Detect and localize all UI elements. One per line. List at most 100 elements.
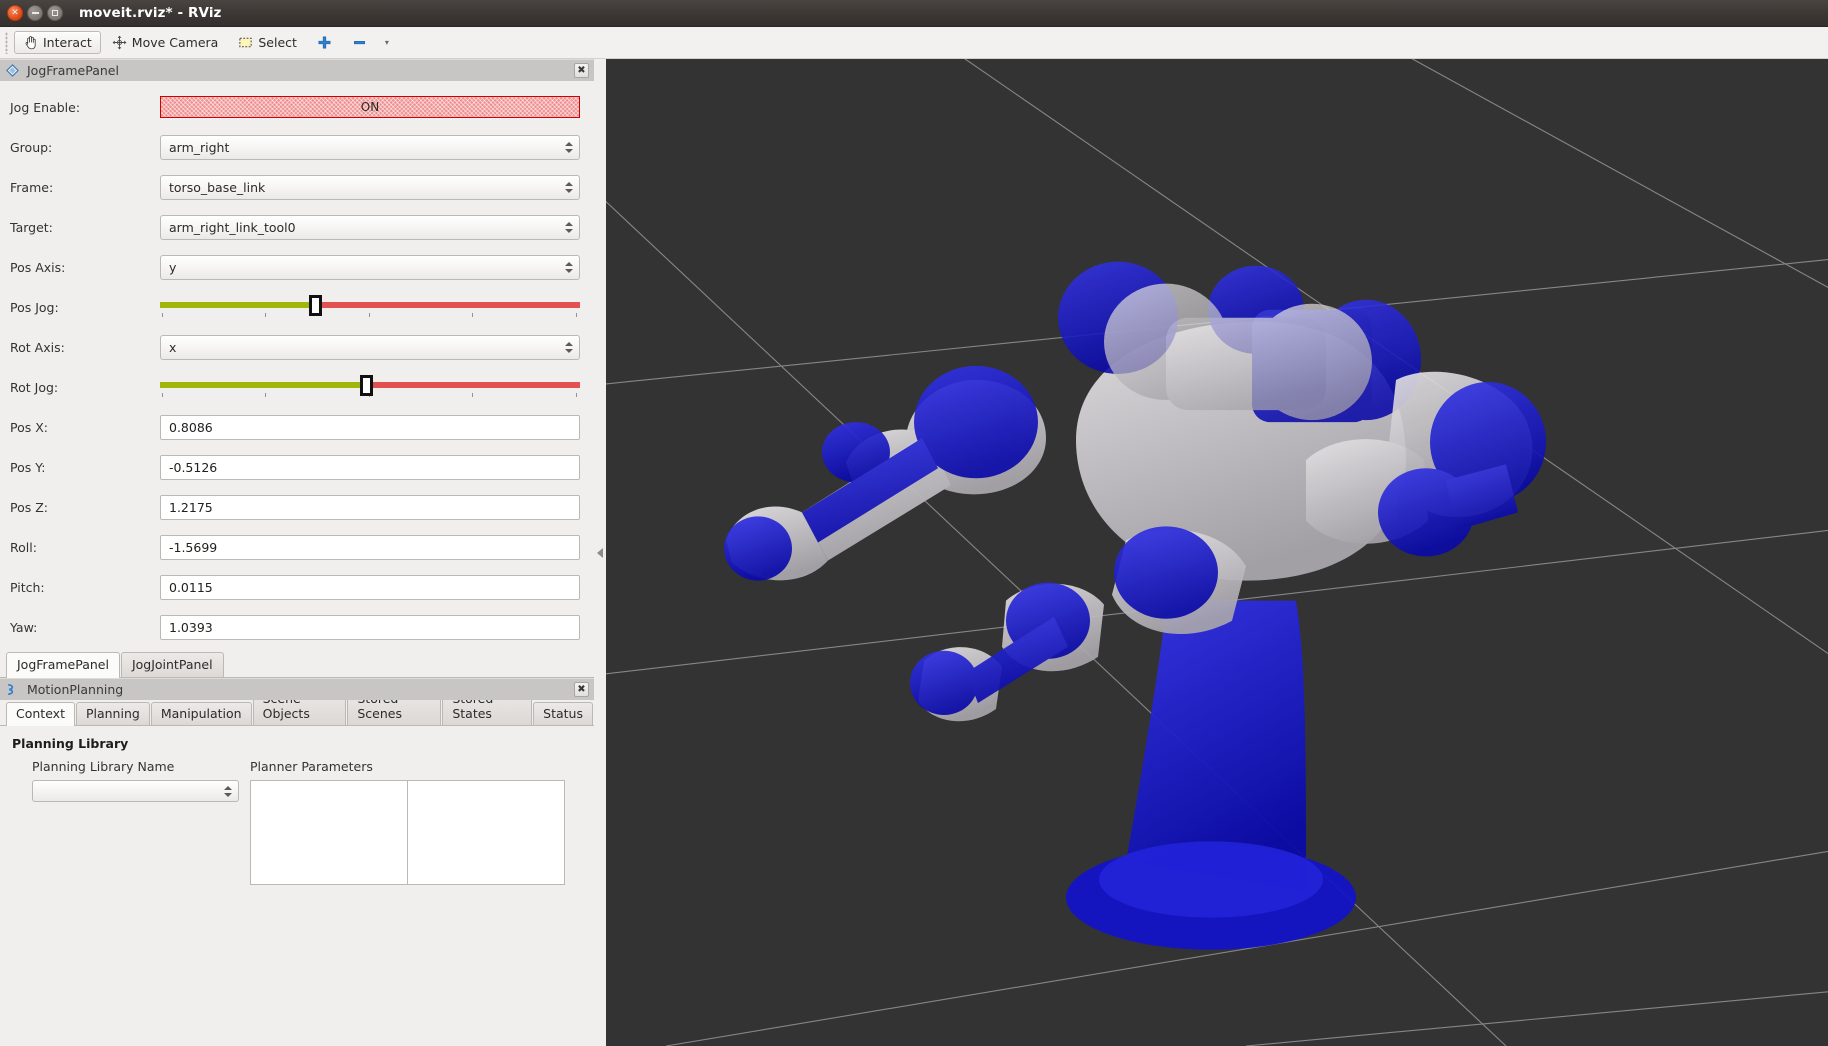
pos-z-label: Pos Z: bbox=[10, 499, 49, 515]
group-value: arm_right bbox=[169, 139, 230, 155]
motion-planning-icon bbox=[6, 683, 19, 696]
pos-y-input[interactable]: -0.5126 bbox=[160, 454, 580, 480]
pos-axis-select[interactable]: y bbox=[160, 254, 580, 280]
pitch-row: Pitch: 0.0115 bbox=[10, 567, 580, 607]
frame-value: torso_base_link bbox=[169, 179, 266, 195]
collapse-panel-icon[interactable] bbox=[597, 547, 603, 558]
toolbar-add-button[interactable] bbox=[308, 31, 341, 54]
tab-planning[interactable]: Planning bbox=[75, 702, 150, 725]
target-select[interactable]: arm_right_link_tool0 bbox=[160, 214, 580, 240]
motion-planning-title: MotionPlanning bbox=[27, 682, 124, 697]
plus-icon bbox=[317, 35, 332, 50]
roll-row: Roll: -1.5699 bbox=[10, 527, 580, 567]
toolbar-select-label: Select bbox=[258, 35, 297, 50]
rot-axis-spinner-icon[interactable] bbox=[565, 336, 573, 359]
left-dock-column: JogFramePanel ✖ Jog Enable: ON Group: ar… bbox=[0, 59, 594, 1046]
rviz-window: ✕ moveit.rviz* - RViz Interact Move Came… bbox=[0, 0, 1828, 1046]
pos-jog-handle[interactable] bbox=[309, 295, 323, 316]
tab-jog-frame-panel[interactable]: JogFramePanel bbox=[6, 652, 120, 678]
jog-frame-panel-form: Jog Enable: ON Group: arm_right Frame: t… bbox=[0, 81, 594, 651]
toolbar-overflow-icon[interactable]: ▾ bbox=[385, 38, 389, 47]
jog-enable-row: Jog Enable: ON bbox=[10, 87, 580, 127]
minus-icon bbox=[352, 35, 367, 50]
yaw-row: Yaw: 1.0393 bbox=[10, 607, 580, 647]
toolbar-select-button[interactable]: Select bbox=[229, 31, 306, 54]
jog-frame-panel-title: JogFramePanel bbox=[27, 63, 119, 78]
target-row: Target: arm_right_link_tool0 bbox=[10, 207, 580, 247]
tab-manipulation[interactable]: Manipulation bbox=[150, 702, 252, 725]
jog-frame-panel-header: JogFramePanel ✖ bbox=[0, 59, 594, 81]
toolbar-move-camera-button[interactable]: Move Camera bbox=[103, 31, 228, 54]
frame-spinner-icon[interactable] bbox=[565, 176, 573, 199]
main-body: JogFramePanel ✖ Jog Enable: ON Group: ar… bbox=[0, 59, 1828, 1046]
toolbar-drag-handle[interactable] bbox=[3, 31, 11, 54]
tab-status[interactable]: Status bbox=[533, 702, 593, 725]
pos-jog-label: Pos Jog: bbox=[10, 299, 59, 315]
tab-context[interactable]: Context bbox=[6, 702, 75, 726]
yaw-label: Yaw: bbox=[10, 619, 38, 635]
rot-axis-row: Rot Axis: x bbox=[10, 327, 580, 367]
toolbar-interact-button[interactable]: Interact bbox=[14, 31, 101, 54]
panel-diamond-icon bbox=[6, 64, 19, 77]
roll-input[interactable]: -1.5699 bbox=[160, 534, 580, 560]
pos-jog-track bbox=[160, 302, 580, 308]
render-viewport-3d[interactable] bbox=[606, 59, 1828, 1046]
pos-x-label: Pos X: bbox=[10, 419, 49, 435]
pos-axis-spinner-icon[interactable] bbox=[565, 256, 573, 279]
rot-axis-select[interactable]: x bbox=[160, 334, 580, 360]
viewport-scene bbox=[606, 59, 1828, 1046]
pos-jog-row: Pos Jog: bbox=[10, 287, 580, 327]
rot-jog-handle[interactable] bbox=[359, 375, 373, 396]
pos-y-row: Pos Y: -0.5126 bbox=[10, 447, 580, 487]
dock-panel-tabbar: JogFramePanel JogJointPanel bbox=[0, 651, 594, 678]
jog-enable-toggle[interactable]: ON bbox=[160, 96, 580, 118]
target-label: Target: bbox=[10, 219, 53, 235]
context-tab-content: Planning Library Planning Library Name P… bbox=[0, 726, 594, 1046]
rot-jog-row: Rot Jog: bbox=[10, 367, 580, 407]
window-title: moveit.rviz* - RViz bbox=[79, 5, 222, 21]
target-spinner-icon[interactable] bbox=[565, 216, 573, 239]
toolbar-remove-button[interactable] bbox=[343, 31, 376, 54]
motion-planning-close-button[interactable]: ✖ bbox=[574, 682, 589, 697]
jog-frame-panel-close-button[interactable]: ✖ bbox=[574, 63, 589, 78]
rot-jog-track-low bbox=[160, 382, 366, 388]
window-minimize-button[interactable] bbox=[27, 5, 43, 21]
tab-jog-joint-panel[interactable]: JogJointPanel bbox=[120, 652, 224, 677]
planner-parameters-table bbox=[250, 780, 580, 885]
toolbar-move-camera-label: Move Camera bbox=[131, 35, 219, 50]
window-close-button[interactable]: ✕ bbox=[7, 5, 23, 21]
pitch-label: Pitch: bbox=[10, 579, 45, 595]
pos-jog-slider[interactable] bbox=[160, 293, 580, 321]
rot-jog-track-high bbox=[365, 382, 580, 388]
pos-axis-value: y bbox=[169, 259, 177, 275]
pos-x-input[interactable]: 0.8086 bbox=[160, 414, 580, 440]
title-bar: ✕ moveit.rviz* - RViz bbox=[0, 0, 1828, 27]
frame-select[interactable]: torso_base_link bbox=[160, 174, 580, 200]
planning-library-name-select[interactable] bbox=[32, 780, 239, 802]
group-label: Group: bbox=[10, 139, 53, 155]
pitch-input[interactable]: 0.0115 bbox=[160, 574, 580, 600]
pos-axis-label: Pos Axis: bbox=[10, 259, 66, 275]
pos-jog-track-high bbox=[315, 302, 580, 308]
pos-z-input[interactable]: 1.2175 bbox=[160, 494, 580, 520]
move-camera-icon bbox=[112, 35, 127, 50]
pos-y-label: Pos Y: bbox=[10, 459, 46, 475]
frame-row: Frame: torso_base_link bbox=[10, 167, 580, 207]
yaw-input[interactable]: 1.0393 bbox=[160, 614, 580, 640]
group-spinner-icon[interactable] bbox=[565, 136, 573, 159]
group-row: Group: arm_right bbox=[10, 127, 580, 167]
rot-axis-label: Rot Axis: bbox=[10, 339, 65, 355]
main-toolbar: Interact Move Camera Select ▾ bbox=[0, 27, 1828, 59]
group-select[interactable]: arm_right bbox=[160, 134, 580, 160]
select-rectangle-icon bbox=[238, 35, 253, 50]
motion-planning-panel: Context Planning Manipulation Scene Obje… bbox=[0, 687, 594, 1046]
planner-parameters-column-name[interactable] bbox=[250, 780, 408, 885]
planning-library-spinner-icon[interactable] bbox=[224, 781, 232, 801]
frame-label: Frame: bbox=[10, 179, 54, 195]
dock-splitter[interactable] bbox=[594, 59, 606, 1046]
window-maximize-button[interactable] bbox=[47, 5, 63, 21]
planner-parameters-label: Planner Parameters bbox=[250, 759, 373, 774]
planner-parameters-column-value[interactable] bbox=[408, 780, 565, 885]
roll-label: Roll: bbox=[10, 539, 37, 555]
rot-jog-slider[interactable] bbox=[160, 373, 580, 401]
